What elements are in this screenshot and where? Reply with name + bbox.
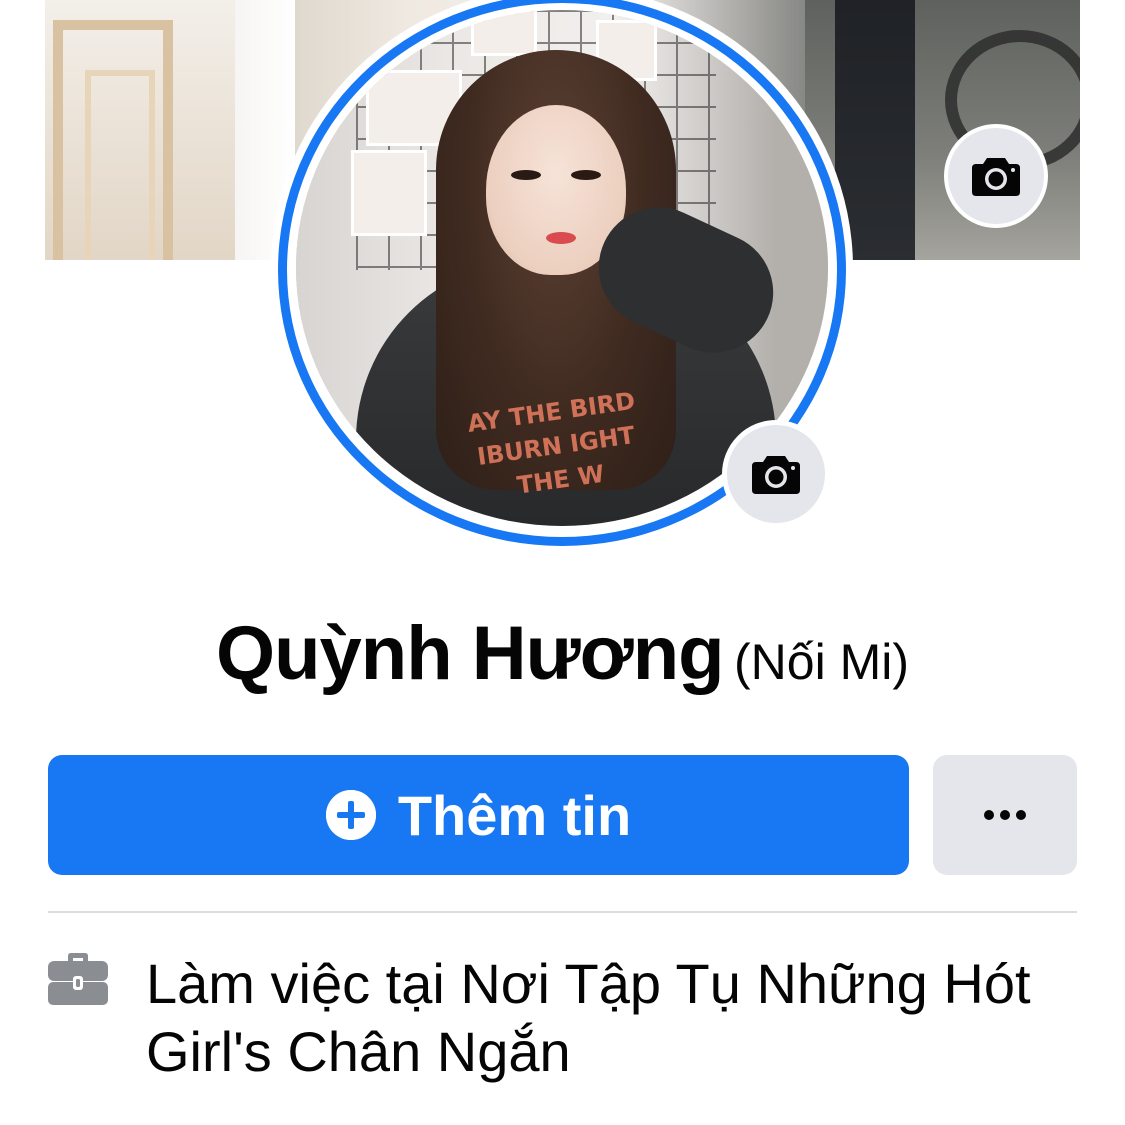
- edit-profile-picture-button[interactable]: [722, 420, 830, 528]
- profile-name-row: Quỳnh Hương (Nối Mi): [0, 610, 1125, 697]
- briefcase-icon: [47, 952, 109, 1006]
- cover-photo-door-inner: [85, 70, 155, 260]
- plus-circle-icon: [325, 790, 376, 840]
- profile-name: Quỳnh Hương: [215, 611, 725, 696]
- edit-cover-photo-button[interactable]: [944, 124, 1048, 228]
- add-to-story-label: Thêm tin: [397, 783, 632, 847]
- profile-nickname: (Nối Mi): [734, 634, 909, 690]
- work-prefix: Làm việc tại: [146, 952, 445, 1015]
- add-to-story-button[interactable]: Thêm tin: [48, 755, 909, 875]
- camera-icon: [752, 456, 800, 494]
- wall-photo: [471, 10, 537, 56]
- work-info: Làm việc tại Nơi Tập Tụ Những Hót Girl's…: [146, 950, 1086, 1086]
- more-horizontal-icon: [984, 810, 1026, 820]
- wall-photo: [351, 150, 427, 236]
- camera-icon: [972, 158, 1020, 196]
- section-divider: [48, 911, 1077, 913]
- more-options-button[interactable]: [933, 755, 1077, 875]
